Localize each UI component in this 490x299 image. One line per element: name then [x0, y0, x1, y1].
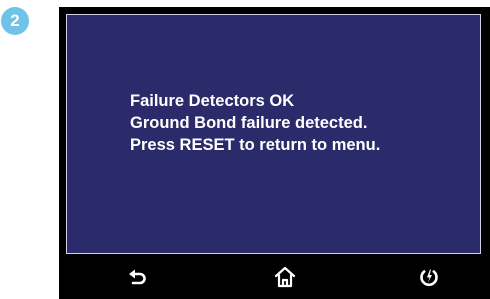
display-panel: Failure Detectors OK Ground Bond failure… — [66, 14, 481, 254]
message-line-ground-bond: Ground Bond failure detected. — [130, 114, 368, 132]
power-icon — [420, 269, 438, 286]
home-icon — [274, 266, 296, 288]
nav-bar — [59, 255, 490, 299]
back-arrow-icon — [129, 269, 146, 285]
home-button[interactable] — [255, 255, 315, 299]
status-message: Failure Detectors OK Ground Bond failure… — [130, 90, 380, 156]
step-number-badge: 2 — [1, 7, 29, 35]
back-button[interactable] — [107, 255, 167, 299]
message-line-press-reset: Press RESET to return to menu. — [130, 136, 381, 154]
device-screen: Failure Detectors OK Ground Bond failure… — [59, 7, 490, 299]
power-button[interactable] — [399, 255, 459, 299]
message-line-failure-detectors: Failure Detectors OK — [130, 92, 295, 110]
